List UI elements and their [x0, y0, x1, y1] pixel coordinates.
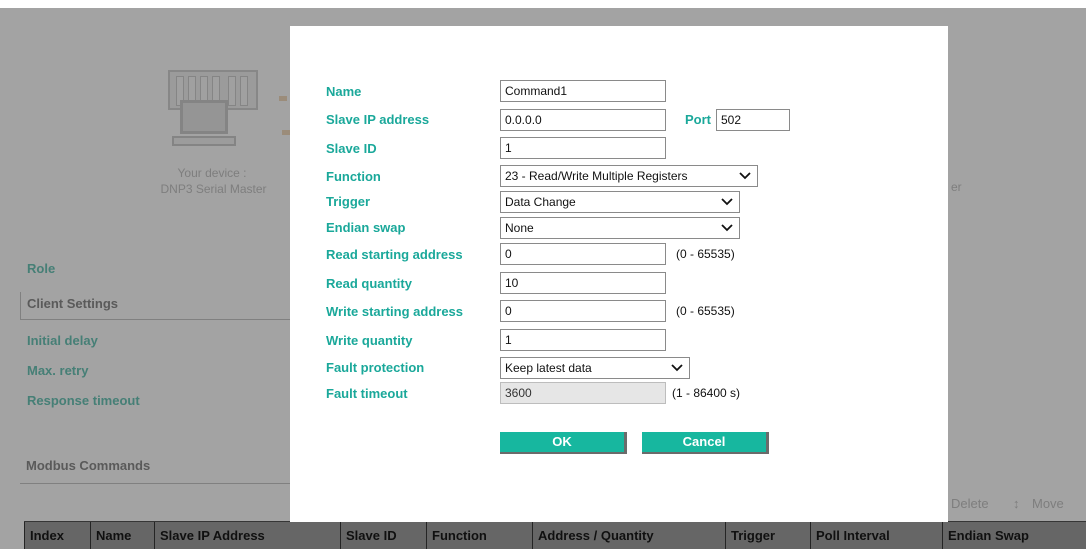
trigger-select[interactable]: Data Change [500, 191, 740, 213]
cancel-button[interactable]: Cancel [642, 432, 769, 454]
read-start-label: Read starting address [326, 247, 463, 262]
chevron-down-icon [721, 224, 733, 232]
endian-swap-select-value: None [505, 221, 534, 235]
fault-timeout-hint: (1 - 86400 s) [672, 386, 741, 400]
fault-protection-select-value: Keep latest data [505, 361, 592, 375]
read-qty-label: Read quantity [326, 276, 412, 291]
slave-id-label: Slave ID [326, 141, 377, 156]
slave-id-input[interactable] [500, 137, 666, 159]
chevron-down-icon [671, 364, 683, 372]
function-label: Function [326, 169, 381, 184]
fault-timeout-label: Fault timeout [326, 386, 408, 401]
port-input[interactable] [716, 109, 790, 131]
read-start-hint: (0 - 65535) [676, 247, 735, 261]
function-select[interactable]: 23 - Read/Write Multiple Registers [500, 165, 758, 187]
slave-ip-label: Slave IP address [326, 112, 430, 127]
write-start-input[interactable] [500, 300, 666, 322]
command-dialog: Name Slave IP address Port Slave ID Func… [290, 26, 948, 522]
name-label: Name [326, 84, 362, 99]
write-start-label: Write starting address [326, 304, 464, 319]
write-qty-label: Write quantity [326, 333, 413, 348]
fault-timeout-input [500, 382, 666, 404]
chevron-down-icon [721, 198, 733, 206]
chevron-down-icon [739, 172, 751, 180]
endian-swap-select[interactable]: None [500, 217, 740, 239]
trigger-label: Trigger [326, 194, 371, 209]
fault-protection-select[interactable]: Keep latest data [500, 357, 690, 379]
top-bar [0, 0, 1086, 8]
endian-swap-label: Endian swap [326, 220, 406, 235]
ok-button[interactable]: OK [500, 432, 627, 454]
name-input[interactable] [500, 80, 666, 102]
slave-ip-input[interactable] [500, 109, 666, 131]
write-qty-input[interactable] [500, 329, 666, 351]
read-start-input[interactable] [500, 243, 666, 265]
port-label: Port [685, 112, 711, 127]
fault-protection-label: Fault protection [326, 360, 425, 375]
read-qty-input[interactable] [500, 272, 666, 294]
function-select-value: 23 - Read/Write Multiple Registers [505, 169, 688, 183]
write-start-hint: (0 - 65535) [676, 304, 735, 318]
trigger-select-value: Data Change [505, 195, 576, 209]
